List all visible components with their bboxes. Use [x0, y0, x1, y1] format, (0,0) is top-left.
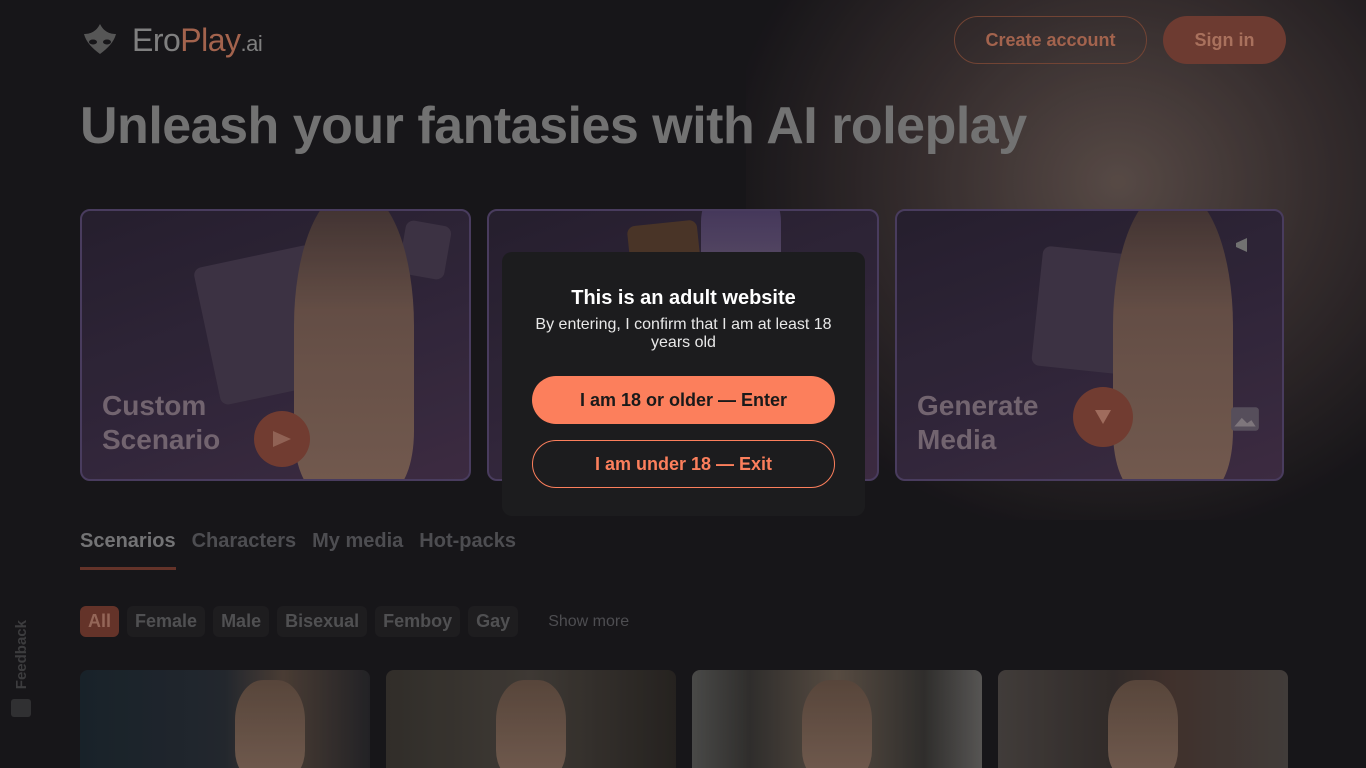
age-gate-subtitle: By entering, I confirm that I am at leas… [535, 316, 832, 351]
page: EroPlay.ai Create account Sign in Unleas… [0, 0, 1366, 768]
enter-button[interactable]: I am 18 or older — Enter [532, 376, 835, 424]
age-gate-title: This is an adult website [571, 287, 796, 309]
age-gate-modal: This is an adult website By entering, I … [502, 252, 865, 516]
exit-button[interactable]: I am under 18 — Exit [532, 440, 835, 488]
